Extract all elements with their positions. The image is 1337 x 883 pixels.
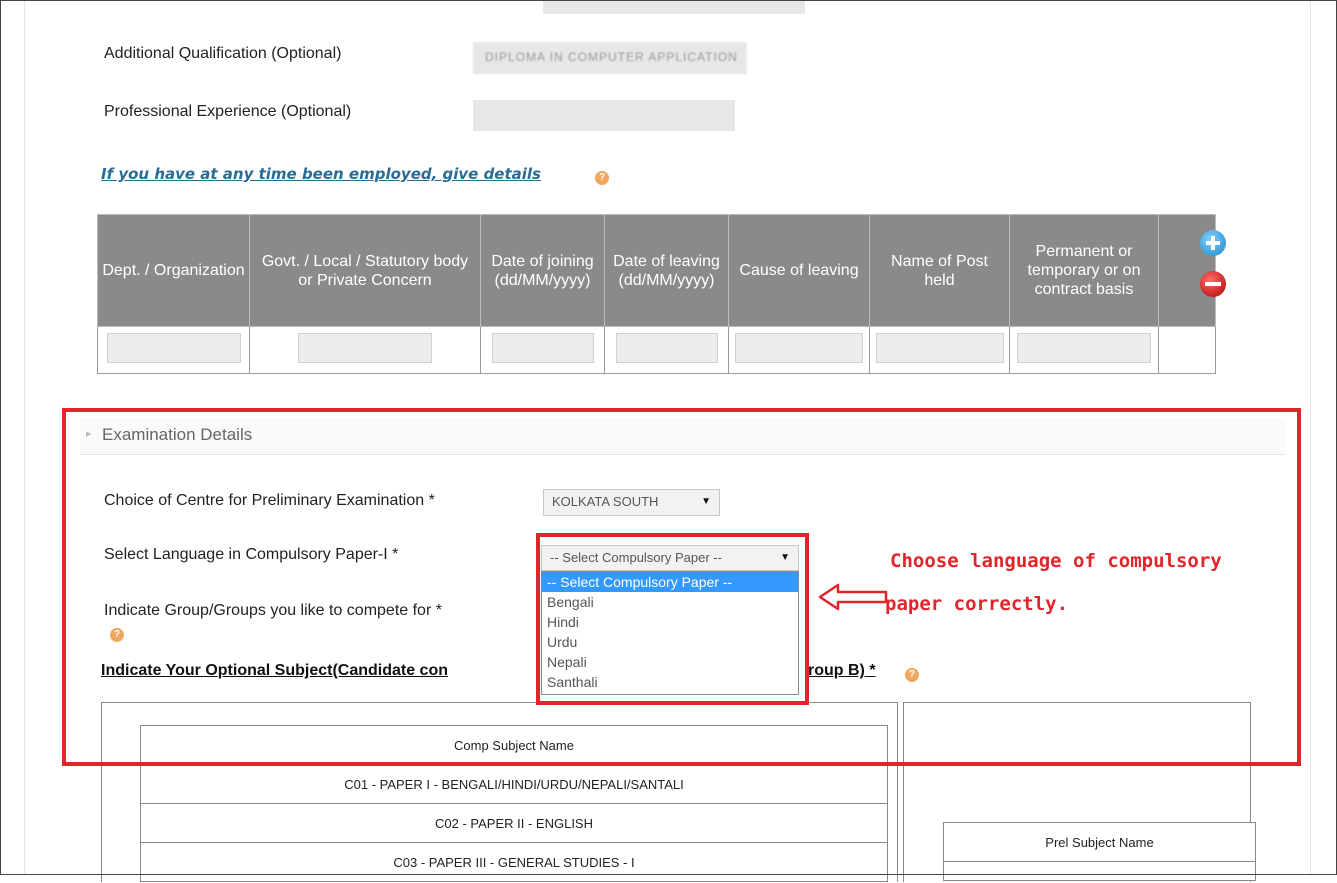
organization-input[interactable] bbox=[106, 332, 241, 363]
language-dropdown-list: -- Select Compulsory Paper -- Bengali Hi… bbox=[541, 571, 799, 695]
employment-basis-input[interactable] bbox=[1017, 332, 1151, 363]
table-cell bbox=[249, 326, 481, 374]
additional-qualification-label: Additional Qualification (Optional) bbox=[104, 45, 342, 62]
centre-label: Choice of Centre for Preliminary Examina… bbox=[104, 492, 435, 509]
help-icon[interactable] bbox=[110, 628, 124, 642]
chevron-right-icon: ▸ bbox=[86, 428, 92, 440]
comp-subject-text: C01 - PAPER I - BENGALI/HINDI/URDU/NEPAL… bbox=[344, 777, 684, 792]
table-row[interactable]: C03 - PAPER III - GENERAL STUDIES - I bbox=[140, 842, 888, 882]
table-cell bbox=[1009, 326, 1159, 374]
employment-details-link[interactable]: If you have at any time been employed, g… bbox=[101, 165, 541, 183]
professional-experience-label: Professional Experience (Optional) bbox=[104, 103, 352, 120]
table-cell bbox=[97, 326, 250, 374]
comp-subject-header-text: Comp Subject Name bbox=[454, 738, 574, 753]
cut-off-field[interactable] bbox=[543, 0, 805, 14]
column-header: Date of joining (dd/MM/yyyy) bbox=[480, 214, 605, 327]
language-option[interactable]: Nepali bbox=[542, 652, 798, 672]
optional-subject-heading-tail: roup B) * bbox=[808, 662, 876, 679]
column-header: Cause of leaving bbox=[728, 214, 870, 327]
language-option[interactable]: Bengali bbox=[542, 592, 798, 612]
language-option[interactable]: Santhali bbox=[542, 672, 798, 692]
professional-experience-field[interactable] bbox=[473, 100, 735, 131]
joining-date-input[interactable] bbox=[491, 332, 594, 363]
language-label: Select Language in Compulsory Paper-I * bbox=[104, 546, 399, 563]
help-icon[interactable] bbox=[905, 668, 919, 682]
examination-details-header[interactable]: ▸ Examination Details bbox=[80, 418, 1285, 455]
additional-qualification-field[interactable]: DIPLOMA IN COMPUTER APPLICATION bbox=[473, 42, 747, 74]
language-select-value: -- Select Compulsory Paper -- bbox=[550, 550, 722, 565]
dropdown-arrow-icon: ▼ bbox=[780, 552, 790, 563]
table-cell bbox=[869, 326, 1010, 374]
table-row[interactable] bbox=[943, 861, 1256, 881]
minus-circle-icon[interactable] bbox=[1200, 271, 1226, 297]
comp-subject-text: C02 - PAPER II - ENGLISH bbox=[435, 816, 593, 831]
centre-select[interactable]: KOLKATA SOUTH ▼ bbox=[543, 489, 720, 516]
post-name-input[interactable] bbox=[875, 332, 1004, 363]
table-cell bbox=[604, 326, 729, 374]
leaving-date-input[interactable] bbox=[615, 332, 718, 363]
prel-subject-header: Prel Subject Name bbox=[943, 822, 1256, 862]
column-header: Dept. / Organization bbox=[97, 214, 250, 327]
comp-subject-header: Comp Subject Name bbox=[140, 725, 888, 765]
column-header: Govt. / Local / Statutory body or Privat… bbox=[249, 214, 481, 327]
annotation-text-line1: Choose language of compulsory bbox=[890, 550, 1222, 572]
table-cell bbox=[480, 326, 605, 374]
table-row[interactable]: C01 - PAPER I - BENGALI/HINDI/URDU/NEPAL… bbox=[140, 764, 888, 804]
table-cell bbox=[728, 326, 870, 374]
annotation-text-line2: paper correctly. bbox=[885, 593, 1069, 615]
language-option[interactable]: Hindi bbox=[542, 612, 798, 632]
left-arrow-icon bbox=[818, 583, 888, 611]
column-header: Permanent or temporary or on contract ba… bbox=[1009, 214, 1159, 327]
employer-type-input[interactable] bbox=[298, 332, 432, 363]
optional-subject-heading: Indicate Your Optional Subject(Candidate… bbox=[101, 662, 448, 679]
table-row[interactable]: C02 - PAPER II - ENGLISH bbox=[140, 803, 888, 843]
comp-subject-text: C03 - PAPER III - GENERAL STUDIES - I bbox=[393, 855, 635, 870]
plus-circle-icon[interactable] bbox=[1200, 230, 1226, 256]
section-title: Examination Details bbox=[102, 425, 253, 444]
centre-select-value: KOLKATA SOUTH bbox=[552, 494, 659, 509]
language-option[interactable]: -- Select Compulsory Paper -- bbox=[542, 572, 798, 592]
language-select[interactable]: -- Select Compulsory Paper -- ▼ bbox=[541, 545, 799, 571]
column-header: Name of Post held bbox=[869, 214, 1010, 327]
column-header: Date of leaving (dd/MM/yyyy) bbox=[604, 214, 729, 327]
table-cell bbox=[1158, 326, 1216, 374]
group-label: Indicate Group/Groups you like to compet… bbox=[104, 602, 442, 619]
help-icon[interactable] bbox=[595, 171, 609, 185]
language-option[interactable]: Urdu bbox=[542, 632, 798, 652]
employment-table: Dept. / Organization Govt. / Local / Sta… bbox=[97, 214, 1216, 374]
cause-of-leaving-input[interactable] bbox=[735, 332, 863, 363]
dropdown-arrow-icon: ▼ bbox=[701, 496, 711, 507]
prel-subject-header-text: Prel Subject Name bbox=[1045, 835, 1154, 850]
